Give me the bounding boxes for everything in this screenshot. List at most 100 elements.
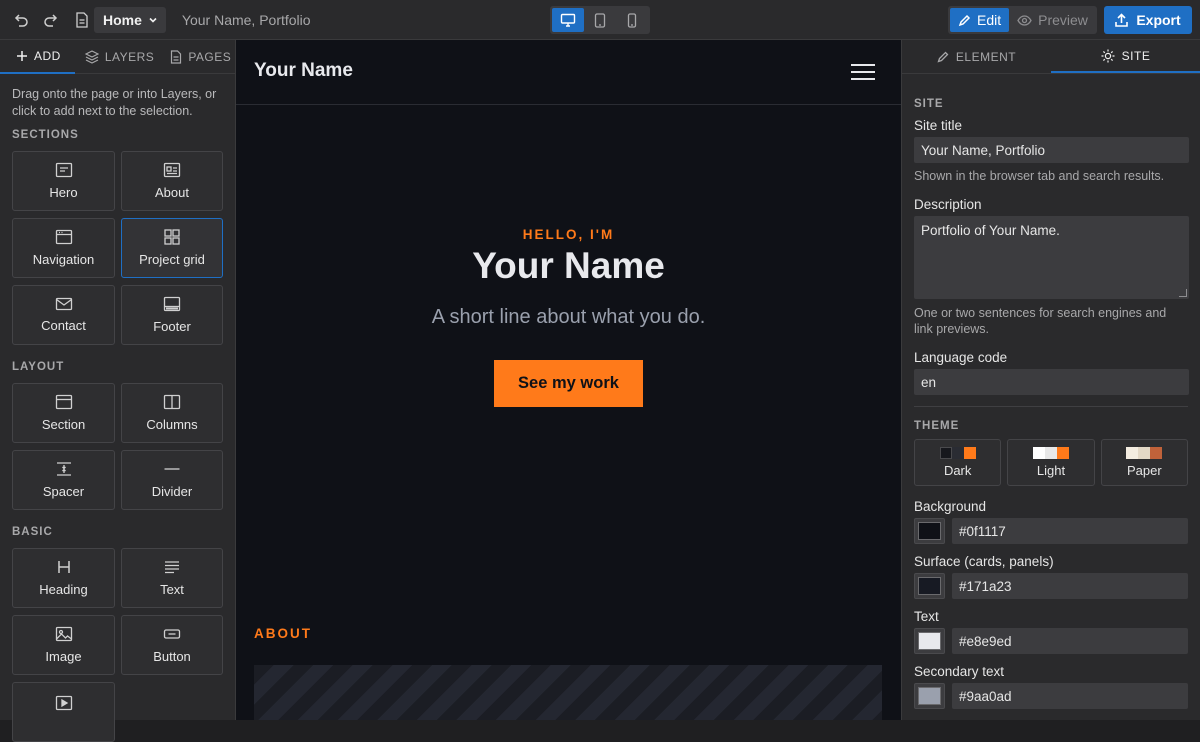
layers-icon [84, 50, 99, 64]
theme-label: Dark [943, 463, 972, 478]
site-title-label: Site title [914, 118, 963, 133]
language-label: Language code [914, 350, 1008, 365]
tile-label: Spacer [42, 484, 85, 499]
hero-subtitle[interactable]: A short line about what you do. [236, 306, 901, 329]
theme-paper-button[interactable]: Paper [1100, 439, 1188, 486]
tile-label: Section [41, 417, 86, 432]
tab-pages[interactable]: PAGES [162, 40, 239, 74]
secondary-text-color-label: Secondary text [914, 664, 1005, 679]
tab-layers[interactable]: LAYERS [75, 40, 162, 74]
surface-color-input[interactable]: #171a23 [952, 573, 1188, 599]
tab-add[interactable]: ADD [0, 40, 75, 74]
hero-icon [55, 162, 72, 178]
tile-label: Text [160, 582, 184, 597]
about-image-placeholder[interactable] [254, 665, 882, 720]
about-kicker[interactable]: ABOUT [254, 626, 312, 641]
secondary-text-color-input[interactable]: #9aa0ad [952, 683, 1188, 709]
site-title-input[interactable]: Your Name, Portfolio [914, 137, 1189, 163]
theme-light-button[interactable]: Light [1007, 439, 1095, 486]
tablet-icon [594, 12, 606, 28]
add-spacer-tile[interactable]: Spacer [12, 450, 115, 510]
hero-cta-button[interactable]: See my work [494, 360, 643, 407]
tab-element[interactable]: ELEMENT [902, 40, 1051, 73]
page-canvas[interactable]: Your Name HELLO, I'M Your Name A short l… [236, 40, 901, 720]
tab-add-label: ADD [34, 49, 61, 63]
description-textarea[interactable]: Portfolio of Your Name. [914, 216, 1189, 299]
left-panel: ADD LAYERS PAGES Drag onto the page or i… [0, 40, 239, 742]
description-value: Portfolio of Your Name. [921, 223, 1060, 238]
add-navigation-tile[interactable]: Navigation [12, 218, 115, 278]
navigation-icon [55, 229, 72, 245]
section-icon [55, 394, 72, 410]
add-divider-tile[interactable]: Divider [121, 450, 223, 510]
add-project-grid-tile[interactable]: Project grid [121, 218, 223, 278]
add-section-tile[interactable]: Section [12, 383, 115, 443]
background-color-input[interactable]: #0f1117 [952, 518, 1188, 544]
add-about-tile[interactable]: About [121, 151, 223, 211]
tile-label: Button [153, 649, 191, 664]
heading-icon [57, 561, 70, 573]
undo-button[interactable] [6, 6, 36, 34]
mail-icon [55, 297, 72, 311]
edit-mode-button[interactable]: Edit [950, 8, 1010, 32]
hamburger-menu-icon[interactable] [851, 64, 875, 80]
theme-dark-button[interactable]: Dark [914, 439, 1002, 486]
add-video-tile[interactable] [12, 682, 115, 742]
tablet-view-button[interactable] [584, 8, 616, 32]
site-heading: SITE [914, 98, 944, 110]
grid-icon [164, 229, 180, 245]
theme-heading: THEME [914, 420, 960, 432]
button-icon [163, 629, 181, 639]
tile-label: Hero [49, 185, 78, 200]
mobile-view-button[interactable] [616, 8, 648, 32]
group-label-layout: LAYOUT [12, 361, 65, 373]
theme-label: Light [1036, 463, 1066, 478]
desktop-view-button[interactable] [552, 8, 584, 32]
theme-dark-swatches [939, 447, 976, 459]
export-button[interactable]: Export [1104, 6, 1192, 34]
top-toolbar: Home Your Name, Portfolio Edit Preview E… [0, 0, 1200, 40]
hero-kicker[interactable]: HELLO, I'M [236, 227, 901, 242]
add-hero-tile[interactable]: Hero [12, 151, 115, 211]
tab-site[interactable]: SITE [1051, 40, 1200, 73]
hero-section[interactable]: HELLO, I'M Your Name A short line about … [236, 227, 901, 407]
text-color-swatch[interactable] [914, 628, 945, 654]
add-text-tile[interactable]: Text [121, 548, 223, 608]
tab-pages-label: PAGES [188, 50, 232, 64]
right-panel: ELEMENT SITE SITE Site title Your Name, … [901, 40, 1200, 720]
add-button-tile[interactable]: Button [121, 615, 223, 675]
pencil-icon [937, 51, 949, 63]
site-brand[interactable]: Your Name [254, 60, 353, 82]
text-color-input[interactable]: #e8e9ed [952, 628, 1188, 654]
tile-label: Contact [41, 318, 86, 333]
secondary-text-color-row: #9aa0ad [914, 683, 1188, 709]
add-columns-tile[interactable]: Columns [121, 383, 223, 443]
site-navigation[interactable]: Your Name [236, 40, 901, 105]
secondary-text-color-swatch[interactable] [914, 683, 945, 709]
sections-grid: Hero About Navigation Project grid Conta… [0, 151, 235, 345]
theme-label: Paper [1126, 463, 1162, 478]
redo-button[interactable] [36, 6, 66, 34]
layout-grid: Section Columns Spacer Divider [0, 383, 235, 510]
description-help: One or two sentences for search engines … [914, 306, 1167, 336]
chevron-down-icon [149, 17, 157, 23]
page-icon [171, 50, 182, 64]
columns-icon [163, 394, 181, 410]
add-image-tile[interactable]: Image [12, 615, 115, 675]
background-color-swatch[interactable] [914, 518, 945, 544]
add-contact-tile[interactable]: Contact [12, 285, 115, 345]
text-color-row: #e8e9ed [914, 628, 1188, 654]
page-select[interactable]: Home [94, 6, 166, 33]
resize-grip-icon[interactable] [1179, 289, 1187, 297]
preview-mode-button[interactable]: Preview [1009, 8, 1096, 32]
add-footer-tile[interactable]: Footer [121, 285, 223, 345]
video-icon [55, 695, 72, 711]
add-heading-tile[interactable]: Heading [12, 548, 115, 608]
surface-color-swatch[interactable] [914, 573, 945, 599]
language-input[interactable]: en [914, 369, 1189, 395]
theme-presets: Dark Light Paper [914, 439, 1188, 486]
hero-title[interactable]: Your Name [236, 245, 901, 287]
desktop-icon [560, 13, 576, 27]
plus-icon [17, 51, 27, 61]
section-divider [914, 406, 1188, 407]
